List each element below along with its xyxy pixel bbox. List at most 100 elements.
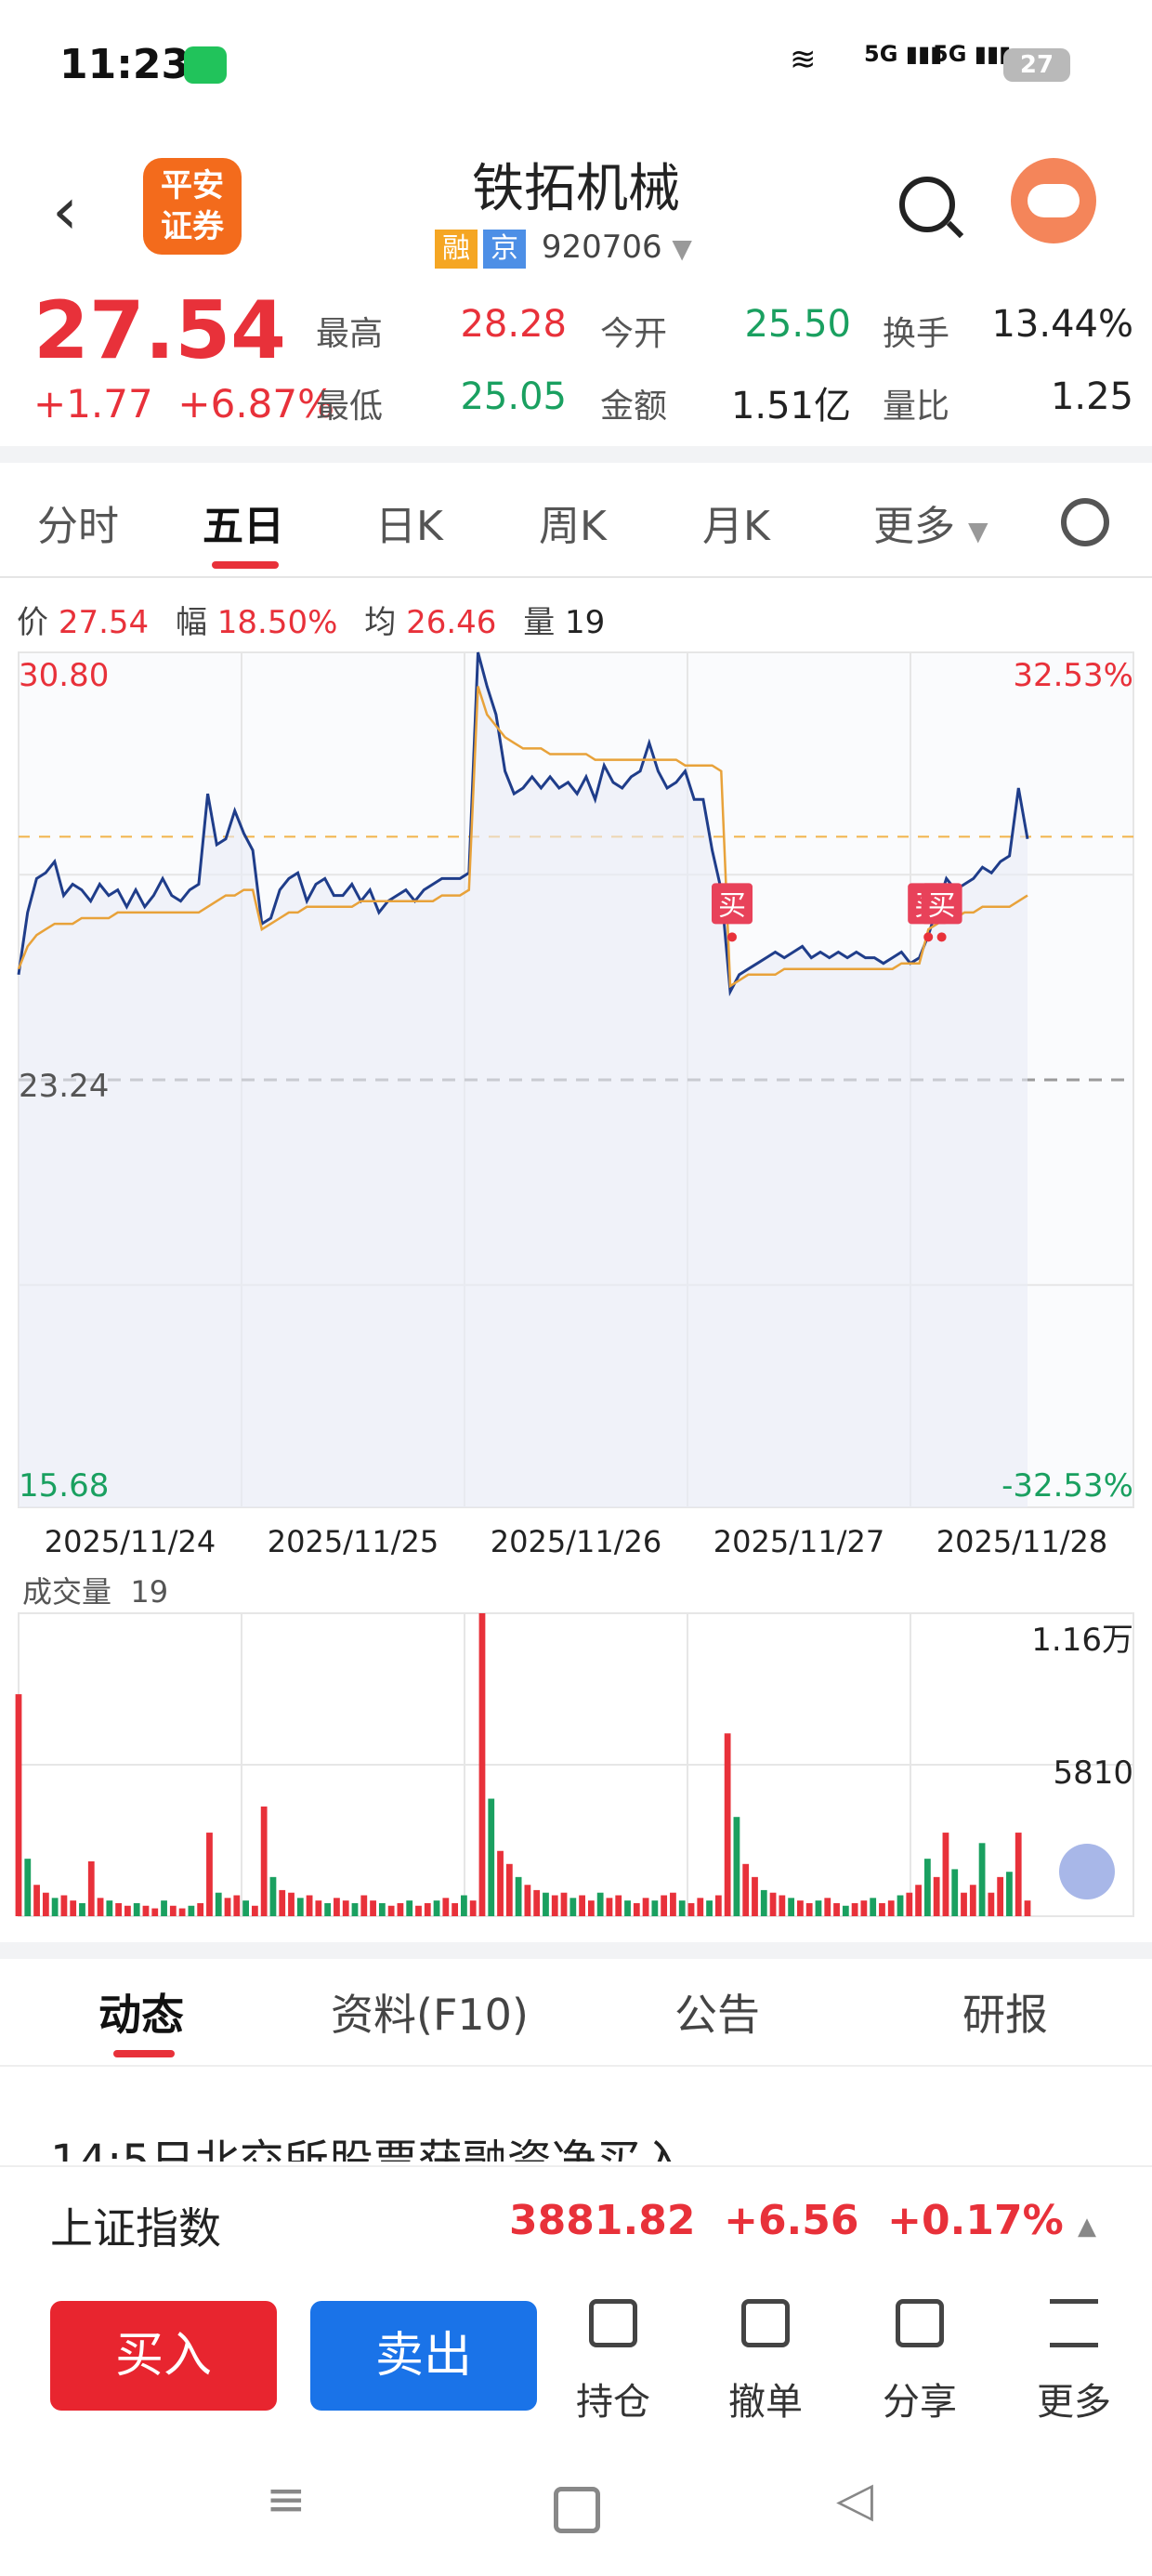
volume-bar	[178, 1908, 186, 1916]
buy-button[interactable]: 买入	[50, 2301, 277, 2411]
y-axis-label: 15.68	[19, 1467, 109, 1505]
tab-more[interactable]: 更多 ▼	[873, 493, 988, 552]
buy-marker-label: 买	[718, 889, 746, 922]
back-nav-icon[interactable]: ◁	[836, 2472, 873, 2528]
tab-monthly-k[interactable]: 月K	[702, 493, 770, 552]
tab-daily-k[interactable]: 日K	[375, 493, 443, 552]
signal-icon-1: 5G ▮▮▮	[864, 41, 943, 67]
volume-bar	[15, 1694, 22, 1916]
volume-bar	[24, 1859, 32, 1916]
index-values: 3881.82 +6.56 +0.17% ▲	[509, 2197, 1096, 2244]
volume-bar	[797, 1900, 804, 1916]
volume-bar	[515, 1876, 522, 1916]
status-time: 11:23	[59, 41, 190, 88]
y-axis-label: 23.24	[19, 1068, 109, 1105]
news-headline-peek[interactable]: 14:5日北交所股票获融资净买入	[50, 2128, 686, 2162]
fullscreen-icon[interactable]	[1059, 1844, 1115, 1899]
volume-bar	[306, 1895, 313, 1916]
volume-bar	[923, 1859, 931, 1916]
open-label: 今开	[600, 315, 668, 353]
volume-bar	[370, 1900, 376, 1916]
volume-label: 成交量 19	[22, 1574, 169, 1610]
news-tab-indicator	[113, 2050, 175, 2057]
chevron-down-icon: ▼	[968, 516, 988, 546]
volume-bar	[442, 1898, 450, 1916]
tab-weekly-k[interactable]: 周K	[539, 493, 607, 552]
wifi-icon: ≋	[790, 41, 817, 78]
volume-bar	[378, 1902, 386, 1916]
expand-up-icon[interactable]: ▲	[1078, 2213, 1096, 2241]
more-button[interactable]: 更多	[1018, 2299, 1130, 2425]
volume-bar	[97, 1898, 104, 1916]
volume-bar	[633, 1902, 640, 1916]
settings-gear-icon[interactable]	[1061, 498, 1109, 546]
price-change: +1.77 +6.87%	[33, 381, 335, 427]
battery-icon: 27	[1003, 48, 1070, 82]
section-divider-2	[0, 1942, 1152, 1959]
volume-bar	[670, 1892, 676, 1916]
y-axis-pct-label: -32.53%	[1001, 1467, 1133, 1505]
sell-button[interactable]: 卖出	[310, 2301, 537, 2411]
holdings-button[interactable]: 持仓	[557, 2299, 669, 2425]
tab-five-day[interactable]: 五日	[203, 493, 284, 552]
volume-bar	[124, 1905, 131, 1916]
volume-bar	[860, 1900, 868, 1916]
volume-bar	[233, 1895, 241, 1916]
volume-bar	[988, 1892, 995, 1916]
stock-code-line[interactable]: 融京 920706 ▼	[435, 229, 692, 269]
volume-bar	[151, 1908, 159, 1916]
volume-bar	[879, 1902, 885, 1916]
tab-intraday[interactable]: 分时	[37, 493, 119, 552]
volume-bar	[1024, 1900, 1031, 1916]
volume-bar	[397, 1902, 404, 1916]
open-value: 25.50	[744, 303, 851, 346]
dropdown-icon[interactable]: ▼	[672, 233, 692, 264]
high-value: 28.28	[460, 303, 567, 346]
tab-research[interactable]: 研报	[962, 1981, 1048, 2043]
margin-tag: 融	[435, 230, 478, 269]
tab-f10[interactable]: 资料(F10)	[331, 1981, 529, 2043]
active-tab-indicator	[212, 561, 279, 569]
turnover-value: 13.44%	[991, 303, 1133, 346]
cancel-order-button[interactable]: 撤单	[710, 2299, 821, 2425]
volume-bar	[279, 1889, 286, 1916]
volume-bar	[461, 1895, 467, 1916]
volume-bar	[714, 1895, 722, 1916]
volume-bar	[206, 1833, 213, 1916]
share-button[interactable]: 分享	[864, 2299, 975, 2425]
search-icon[interactable]	[899, 177, 955, 232]
x-axis-date-label: 2025/11/26	[491, 1524, 661, 1559]
home-icon[interactable]	[554, 2487, 600, 2533]
volume-bar	[915, 1885, 922, 1916]
assistant-avatar[interactable]	[1011, 158, 1096, 243]
tab-announcements[interactable]: 公告	[674, 1981, 760, 2043]
buy-marker-dot	[936, 932, 947, 942]
volume-bar	[678, 1900, 686, 1916]
volume-bar	[478, 1613, 486, 1916]
menu-icon	[1050, 2299, 1098, 2347]
five-day-price-chart[interactable]: 买买买30.8023.2415.6832.53%-32.53%2025/11/2…	[0, 641, 1152, 1942]
recent-apps-icon[interactable]: ≡	[266, 2472, 307, 2528]
volume-bar	[551, 1895, 558, 1916]
volume-bar	[133, 1902, 140, 1916]
volume-bar	[687, 1902, 695, 1916]
volume-ratio-label: 量比	[883, 388, 950, 426]
volume-bar	[106, 1900, 113, 1916]
tab-news[interactable]: 动态	[98, 1981, 184, 2043]
volume-bar	[70, 1900, 77, 1916]
volume-bar	[1015, 1833, 1022, 1916]
volume-bar	[788, 1898, 795, 1916]
volume-bar	[906, 1892, 913, 1916]
x-axis-date-label: 2025/11/28	[936, 1524, 1107, 1559]
volume-bar	[997, 1876, 1004, 1916]
x-axis-date-label: 2025/11/24	[45, 1524, 216, 1559]
volume-bar	[315, 1900, 322, 1916]
buy-marker-label: 买	[928, 889, 956, 922]
volume-bar	[334, 1898, 340, 1916]
volume-bar	[851, 1902, 858, 1916]
stock-name: 铁拓机械	[472, 159, 680, 219]
volume-bar	[452, 1902, 459, 1916]
volume-bar	[887, 1900, 895, 1916]
volume-bar	[342, 1900, 349, 1916]
volume-bar	[33, 1885, 40, 1916]
